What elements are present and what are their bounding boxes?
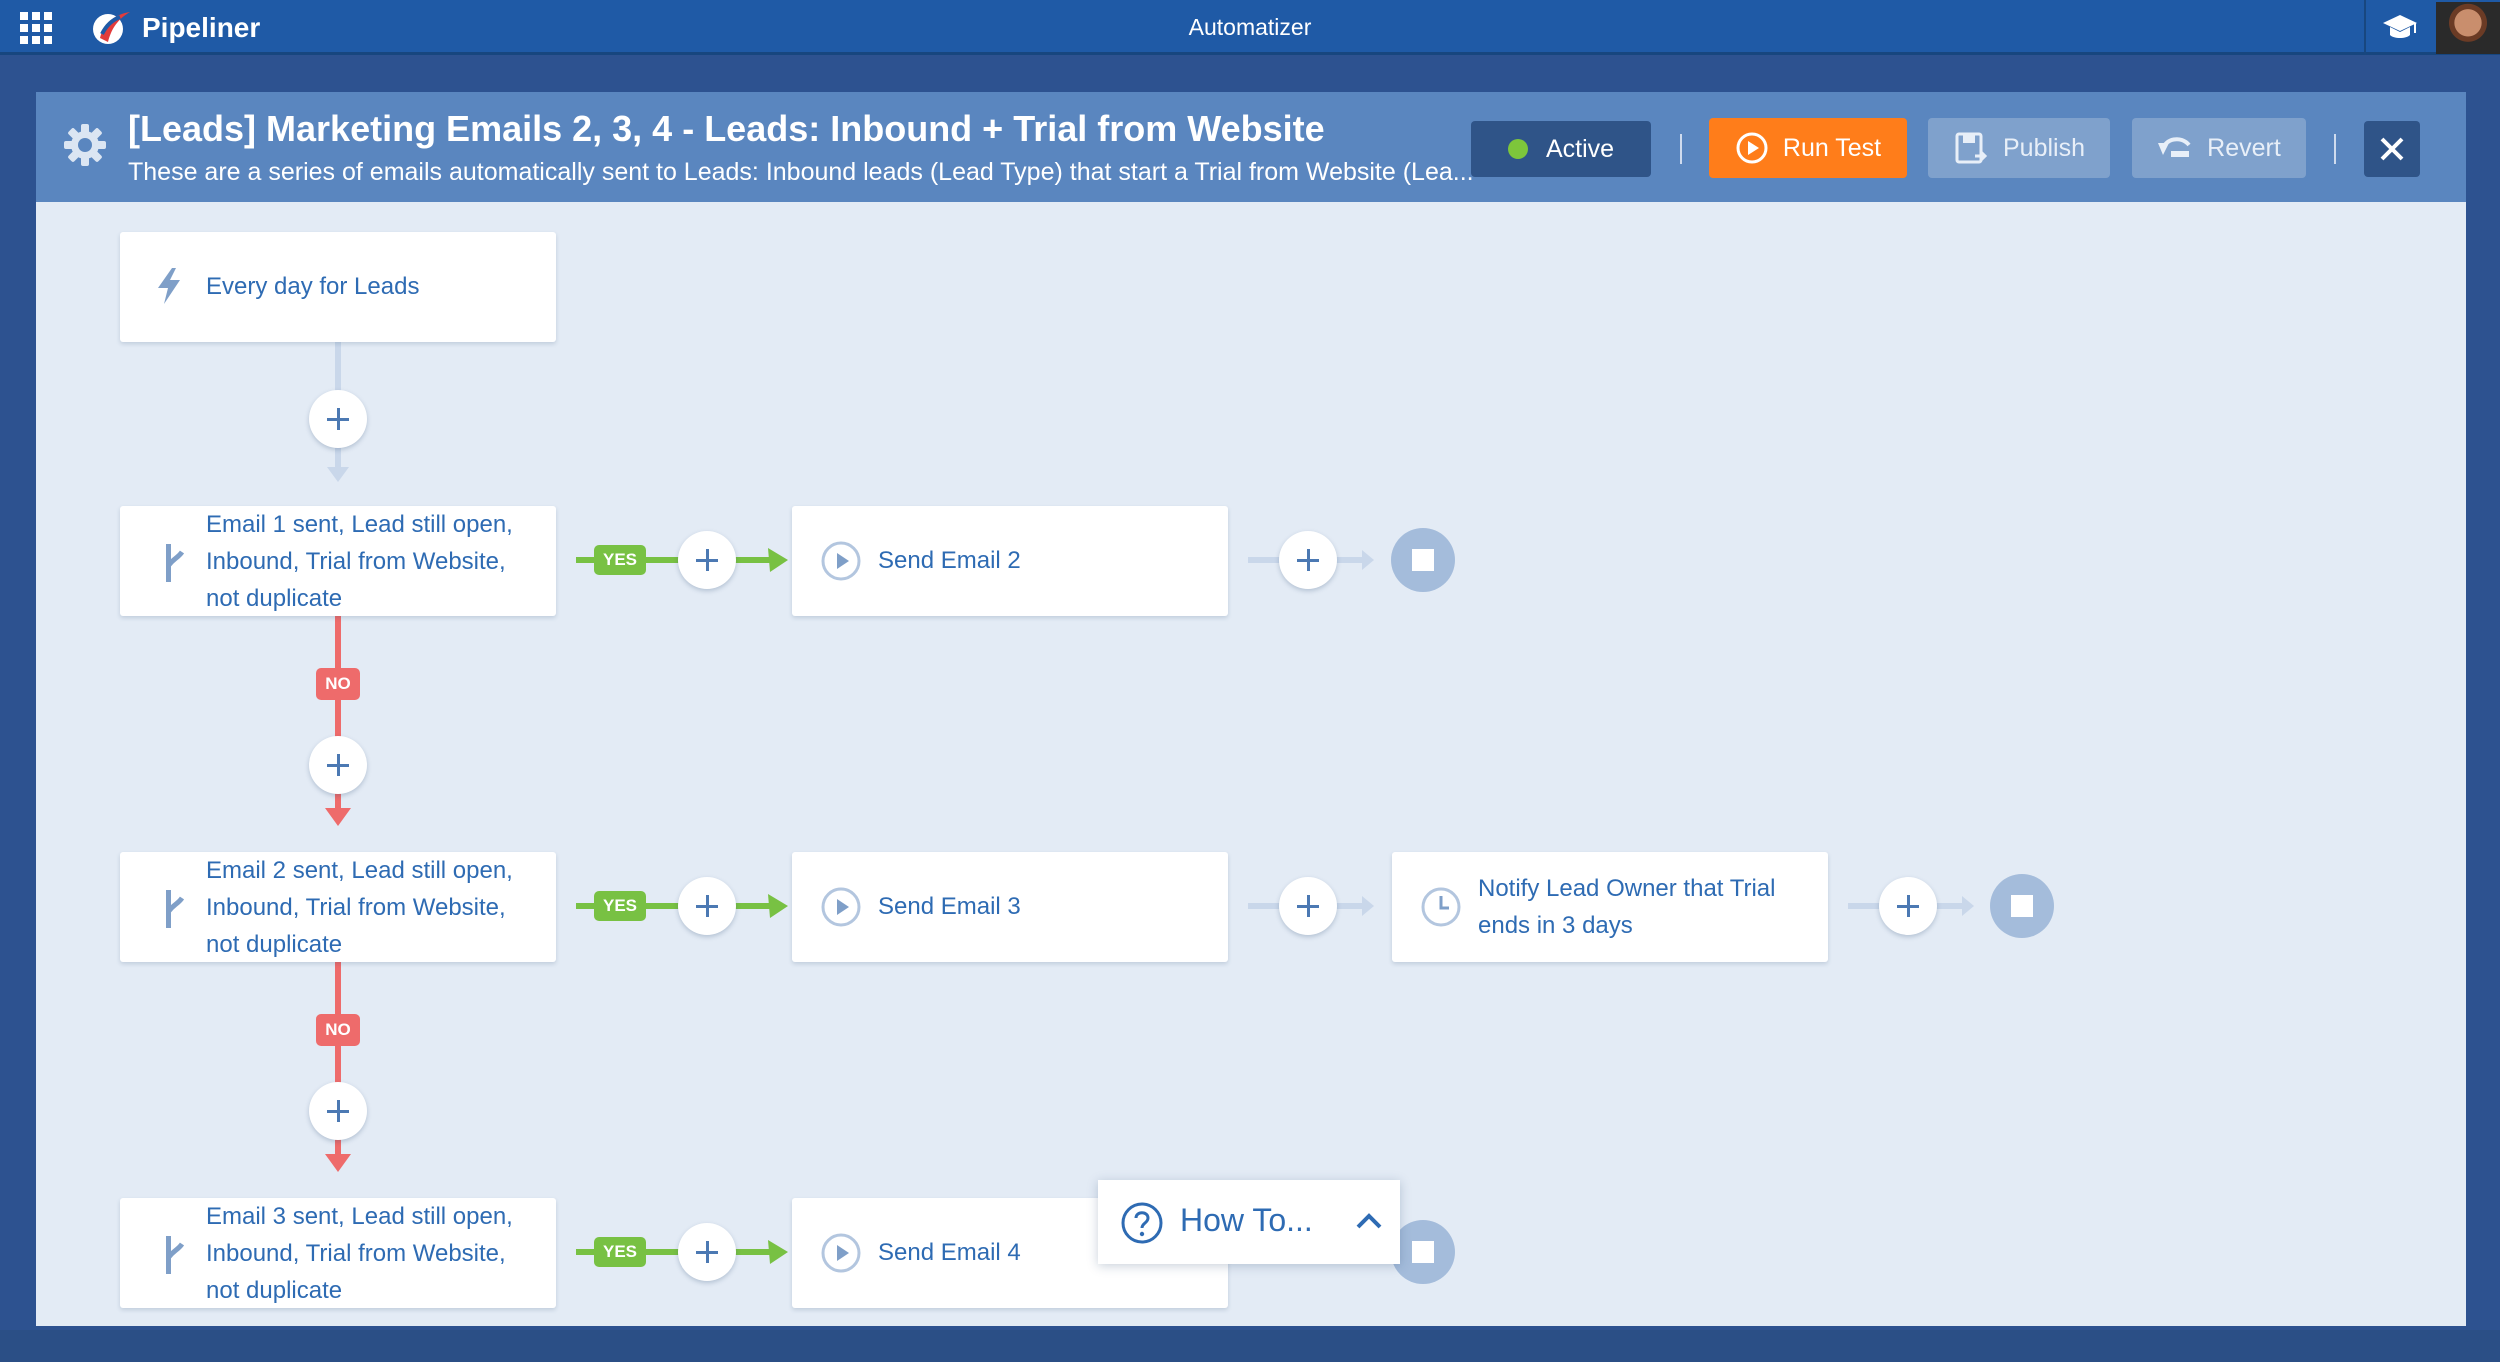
flow-connectors [325, 342, 1974, 1264]
add-step-button[interactable] [1279, 531, 1337, 589]
no-badge: NO [316, 668, 360, 700]
flow-canvas: Every day for Leads Email 1 sent, Lead s… [36, 202, 2466, 1326]
active-status-dot [1507, 139, 1528, 159]
header-divider [1680, 134, 1682, 164]
yes-badge: YES [594, 891, 646, 921]
close-icon [2380, 137, 2404, 161]
condition-line: not duplicate [206, 1277, 343, 1304]
notify-node[interactable]: Notify Lead Owner that Trial ends in 3 d… [1392, 852, 1828, 962]
clock-icon [1421, 887, 1461, 927]
action-label: Send Email 4 [878, 1239, 1021, 1266]
header-divider [2334, 134, 2336, 164]
condition-node[interactable]: Email 1 sent, Lead still open, Inbound, … [120, 506, 556, 616]
notify-line: ends in 3 days [1478, 912, 1633, 939]
automation-description: These are a series of emails automatical… [128, 158, 1474, 186]
condition-node[interactable]: Email 3 sent, Lead still open, Inbound, … [120, 1198, 556, 1308]
action-node[interactable]: Send Email 2 [792, 506, 1228, 616]
add-step-button[interactable] [1279, 877, 1337, 935]
revert-button[interactable]: Revert [2132, 118, 2306, 178]
play-circle-icon [1736, 132, 1768, 164]
add-step-button[interactable] [1879, 877, 1937, 935]
play-icon [821, 541, 861, 581]
automation-title: [Leads] Marketing Emails 2, 3, 4 - Leads… [128, 108, 1325, 149]
branch-icon [166, 890, 185, 928]
play-icon [821, 1233, 861, 1273]
status-label: Active [1545, 134, 1615, 163]
automation-panel: [Leads] Marketing Emails 2, 3, 4 - Leads… [36, 92, 2466, 1326]
help-icon [1121, 1202, 1163, 1244]
action-label: Send Email 2 [878, 547, 1021, 574]
condition-node[interactable]: Email 2 sent, Lead still open, Inbound, … [120, 852, 556, 962]
status-toggle[interactable]: Active [1471, 121, 1651, 177]
trigger-label: Every day for Leads [206, 273, 420, 300]
condition-line: Email 3 sent, Lead still open, [206, 1203, 513, 1230]
top-divider [2364, 0, 2366, 55]
add-step-button[interactable] [309, 736, 367, 794]
add-step-button[interactable] [678, 531, 736, 589]
how-to-label: How To... [1180, 1202, 1313, 1238]
close-button[interactable] [2364, 121, 2420, 177]
page-footer [0, 1330, 2500, 1362]
revert-label: Revert [2207, 133, 2281, 162]
condition-line: not duplicate [206, 931, 343, 958]
condition-line: Email 2 sent, Lead still open, [206, 857, 513, 884]
publish-label: Publish [2003, 133, 2085, 162]
branch-icon [166, 544, 185, 582]
condition-line: Inbound, Trial from Website, [206, 1240, 506, 1267]
end-node-stop-icon[interactable] [1391, 1220, 1455, 1284]
user-avatar[interactable] [2436, 2, 2500, 54]
top-bar: Pipeliner Automatizer [0, 0, 2500, 55]
condition-line: Inbound, Trial from Website, [206, 548, 506, 575]
add-step-button[interactable] [678, 877, 736, 935]
yes-badge: YES [594, 545, 646, 575]
action-label: Send Email 3 [878, 893, 1021, 920]
play-icon [821, 887, 861, 927]
condition-line: Email 1 sent, Lead still open, [206, 511, 513, 538]
academy-icon[interactable] [2382, 12, 2418, 42]
yes-badge: YES [594, 1237, 646, 1267]
run-test-button[interactable]: Run Test [1709, 118, 1907, 178]
notify-line: Notify Lead Owner that Trial [1478, 875, 1776, 902]
condition-line: Inbound, Trial from Website, [206, 894, 506, 921]
automation-header: [Leads] Marketing Emails 2, 3, 4 - Leads… [36, 92, 2466, 202]
gear-icon[interactable] [62, 122, 108, 168]
action-node[interactable]: Send Email 3 [792, 852, 1228, 962]
end-node-stop-icon[interactable] [1990, 874, 2054, 938]
branch-icon [166, 1236, 185, 1274]
no-badge: NO [316, 1014, 360, 1046]
publish-button[interactable]: Publish [1928, 118, 2110, 178]
run-test-label: Run Test [1782, 133, 1882, 162]
revert-icon [2158, 137, 2191, 157]
condition-line: not duplicate [206, 585, 343, 612]
how-to-panel[interactable]: How To... [1098, 1180, 1400, 1264]
add-step-button[interactable] [309, 1082, 367, 1140]
trigger-node[interactable]: Every day for Leads [120, 232, 556, 342]
chevron-up-icon[interactable] [1354, 1210, 1384, 1232]
add-step-button[interactable] [309, 390, 367, 448]
add-step-button[interactable] [678, 1223, 736, 1281]
app-title: Automatizer [1188, 14, 1312, 40]
lightning-icon [158, 268, 180, 304]
end-node-stop-icon[interactable] [1391, 528, 1455, 592]
publish-icon [1955, 132, 1988, 164]
